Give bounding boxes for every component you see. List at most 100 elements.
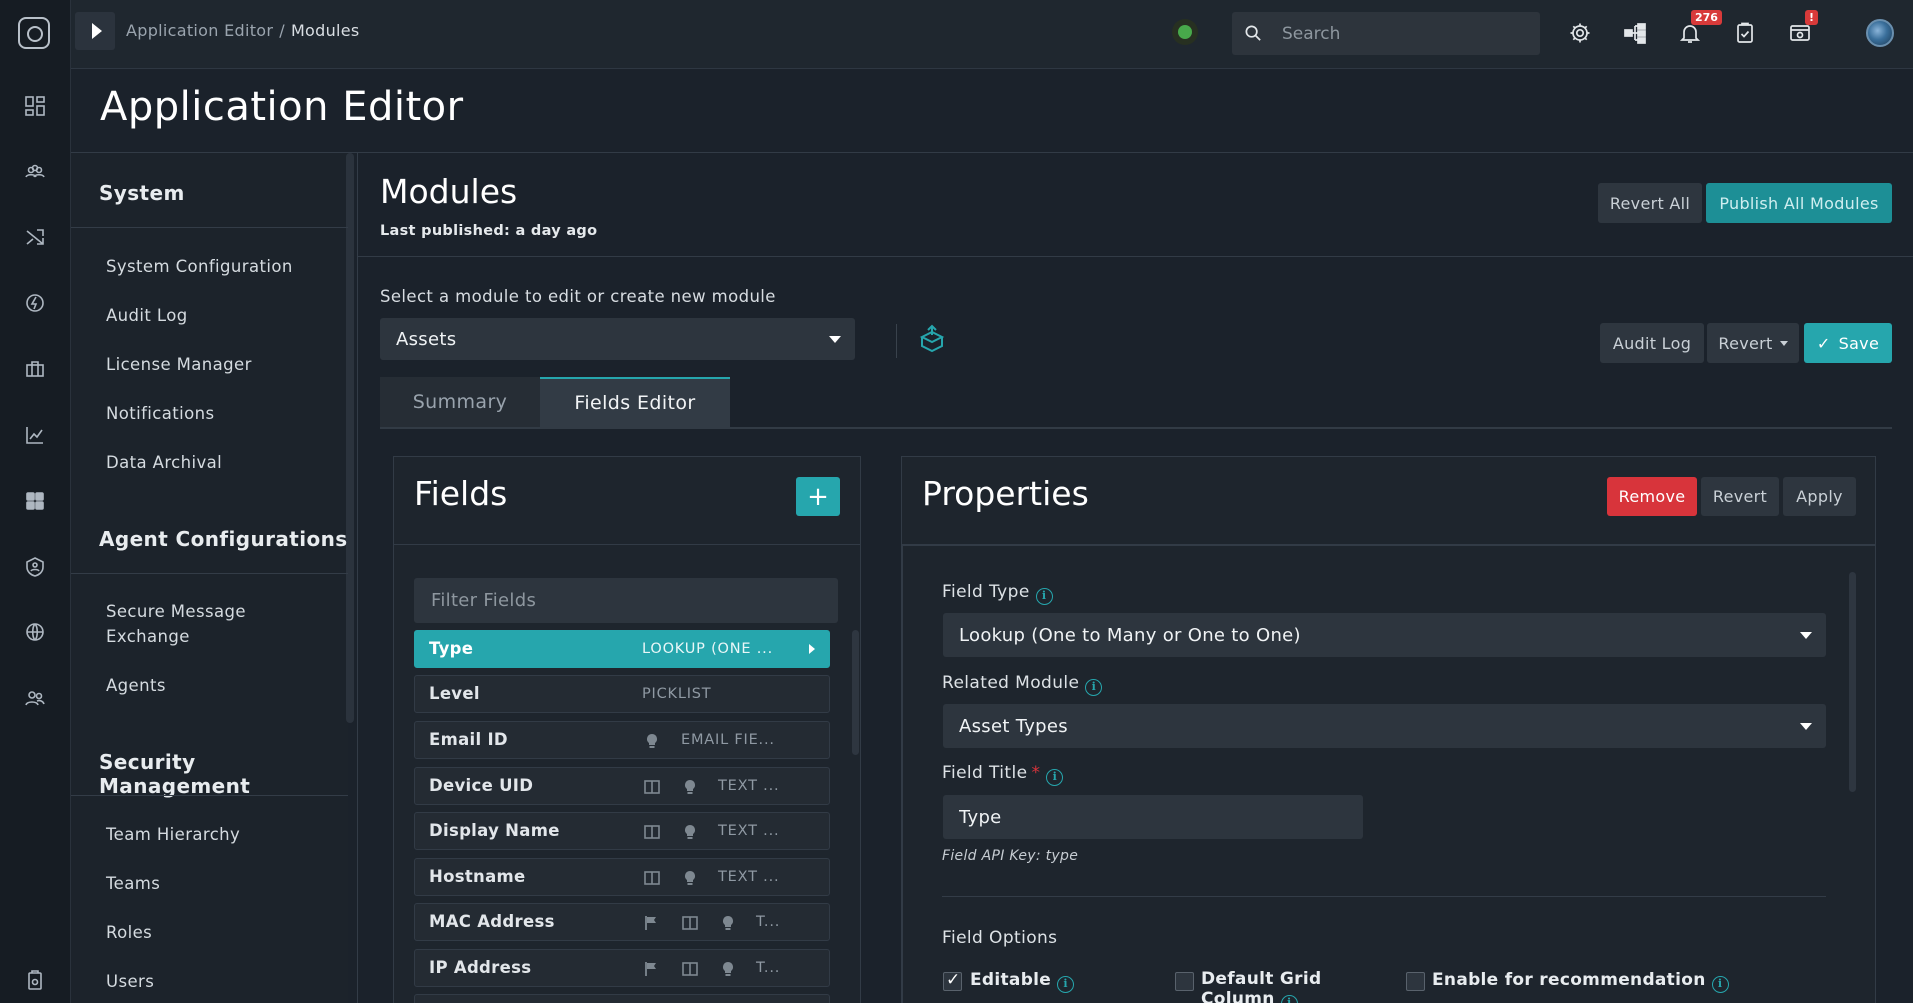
icon-rail [0, 0, 71, 1003]
sidebar-item-license-manager[interactable]: License Manager [106, 352, 326, 377]
default-grid-column-checkbox[interactable] [1175, 972, 1194, 991]
field-title-input[interactable] [943, 795, 1363, 839]
settings-gear-icon[interactable] [1563, 16, 1597, 50]
enable-recommendation-checkbox[interactable] [1406, 972, 1425, 991]
export-box-icon[interactable] [917, 324, 947, 354]
flag-icon [643, 960, 661, 978]
enable-recommendation-label: Enable for recommendation i [1432, 970, 1729, 993]
chart-icon[interactable] [20, 420, 50, 450]
field-row[interactable]: IP Address T... [414, 949, 830, 987]
revert-all-button[interactable]: Revert All [1598, 183, 1702, 223]
dashboard-icon[interactable] [20, 91, 50, 121]
module-select-value: Assets [396, 328, 457, 350]
info-icon[interactable]: i [1035, 588, 1053, 605]
shuffle-icon[interactable] [20, 222, 50, 252]
field-name: MAC Address [429, 912, 555, 931]
audit-log-button[interactable]: Audit Log [1600, 323, 1704, 363]
info-icon[interactable]: i [1085, 679, 1103, 696]
connection-status-icon[interactable] [1172, 19, 1198, 45]
field-row[interactable]: Type LOOKUP (ONE ... [414, 630, 830, 668]
field-row[interactable]: Device UID TEXT ... [414, 767, 830, 805]
module-select-label: Select a module to edit or create new mo… [380, 287, 776, 306]
field-title-label: Field Title * i [942, 763, 1064, 786]
remove-field-button[interactable]: Remove [1607, 477, 1697, 516]
notifications-bell-icon[interactable]: 276 [1673, 10, 1722, 50]
user-avatar[interactable] [1866, 19, 1894, 47]
field-row[interactable]: Level PICKLIST [414, 675, 830, 713]
bulb-icon [681, 869, 699, 887]
shield-user-icon[interactable] [20, 552, 50, 582]
page-title: Application Editor [100, 84, 464, 130]
field-row[interactable] [414, 994, 830, 1003]
sidebar-item-agents[interactable]: Agents [106, 673, 326, 698]
fields-header-divider [394, 544, 860, 545]
field-row[interactable]: Email ID EMAIL FIE... [414, 721, 830, 759]
field-type: TEXT ... [718, 869, 780, 885]
tasks-clipboard-icon[interactable] [1728, 16, 1762, 50]
fields-scrollbar[interactable] [852, 630, 859, 755]
field-type: T... [756, 960, 781, 976]
field-type-select[interactable]: Lookup (One to Many or One to One) [943, 613, 1826, 657]
revert-dropdown-label: Revert [1718, 333, 1773, 353]
last-published-text: Last published: a day ago [380, 223, 598, 239]
publish-all-modules-button[interactable]: Publish All Modules [1706, 183, 1892, 223]
breadcrumb-parent[interactable]: Application Editor [126, 21, 273, 40]
sidebar-item-users[interactable]: Users [106, 969, 326, 994]
info-icon[interactable]: i [1057, 976, 1075, 993]
revert-field-button[interactable]: Revert [1701, 477, 1779, 516]
info-icon[interactable]: i [1280, 995, 1298, 1003]
apps-icon[interactable] [20, 486, 50, 516]
search-icon [1245, 25, 1261, 41]
field-type: T... [756, 914, 781, 930]
people-icon[interactable] [20, 157, 50, 187]
briefcase-icon[interactable] [20, 354, 50, 384]
field-name: Type [429, 639, 474, 658]
tab-fields-editor[interactable]: Fields Editor [540, 377, 730, 427]
editable-checkbox[interactable] [943, 970, 962, 991]
clipboard-gear-icon[interactable] [20, 965, 50, 995]
logo-icon[interactable] [18, 17, 50, 49]
fields-title: Fields [414, 474, 508, 513]
bulb-icon [719, 960, 737, 978]
tab-summary[interactable]: Summary [380, 377, 540, 427]
info-icon[interactable]: i [1711, 976, 1729, 993]
add-field-button[interactable]: + [796, 477, 840, 516]
sidebar-item-secure-message-exchange[interactable]: Secure Message Exchange [106, 599, 326, 649]
sidebar-section-system: System [99, 181, 185, 205]
module-select[interactable]: Assets [380, 318, 855, 360]
toolbar-separator [896, 324, 897, 358]
related-module-select[interactable]: Asset Types [943, 704, 1826, 748]
info-icon[interactable]: i [1046, 769, 1064, 786]
sidebar-item-teams[interactable]: Teams [106, 871, 326, 896]
field-row[interactable]: Hostname TEXT ... [414, 858, 830, 896]
filter-fields-input[interactable] [414, 578, 838, 623]
sidebar-item-system-configuration[interactable]: System Configuration [106, 254, 326, 279]
sidebar-item-data-archival[interactable]: Data Archival [106, 450, 326, 475]
users-icon[interactable] [20, 683, 50, 713]
sidebar-item-audit-log[interactable]: Audit Log [106, 303, 326, 328]
top-bar: Application Editor / Modules 276 ! [71, 0, 1913, 69]
search-input[interactable] [1282, 12, 1532, 55]
header-divider [358, 256, 1913, 257]
field-row[interactable]: MAC Address T... [414, 903, 830, 941]
sidebar-item-notifications[interactable]: Notifications [106, 401, 326, 426]
globe-icon[interactable] [20, 617, 50, 647]
options-divider [942, 896, 1826, 897]
expand-sidebar-button[interactable] [75, 12, 115, 50]
flag-icon [643, 914, 661, 932]
field-name: Level [429, 684, 480, 703]
bolt-icon[interactable] [20, 288, 50, 318]
properties-scrollbar[interactable] [1849, 572, 1856, 792]
save-button[interactable]: ✓ Save [1804, 323, 1892, 363]
sidebar-scrollbar[interactable] [346, 153, 354, 723]
apply-field-button[interactable]: Apply [1783, 477, 1856, 516]
sidebar-section-security-management: Security Management [99, 750, 251, 798]
field-row[interactable]: Display Name TEXT ... [414, 812, 830, 850]
sidebar-item-roles[interactable]: Roles [106, 920, 326, 945]
field-name: IP Address [429, 958, 532, 977]
system-monitor-icon[interactable]: ! [1783, 10, 1819, 50]
hierarchy-icon[interactable] [1618, 16, 1652, 50]
revert-dropdown-button[interactable]: Revert [1707, 323, 1799, 363]
default-grid-column-label: Default Grid Column i [1201, 969, 1336, 1003]
sidebar-item-team-hierarchy[interactable]: Team Hierarchy [106, 822, 326, 847]
